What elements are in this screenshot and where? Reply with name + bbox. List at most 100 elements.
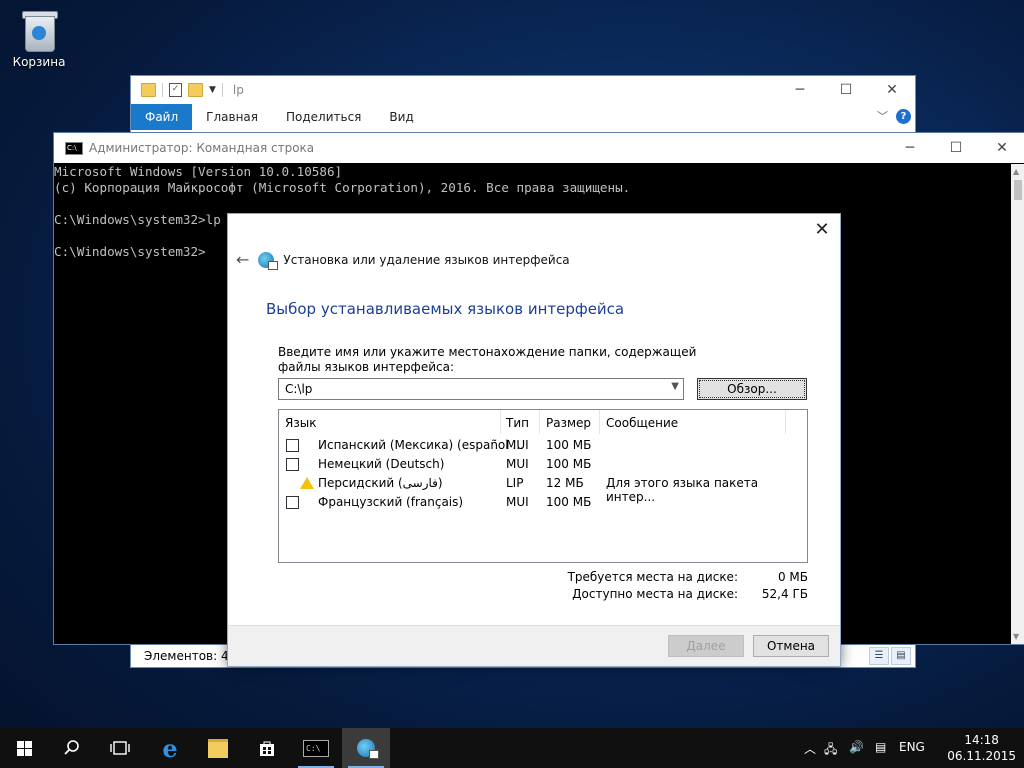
folder-path-combobox[interactable]: C:\lp ▼: [278, 378, 684, 400]
network-icon[interactable]: 🖧: [824, 740, 837, 761]
search-button[interactable]: [48, 728, 96, 768]
space-required-label: Требуется места на диске:: [567, 570, 738, 584]
cmd-title: Администратор: Командная строка: [89, 141, 315, 155]
language-name: Немецкий (Deutsch): [318, 457, 445, 471]
chevron-down-icon[interactable]: ﹀: [877, 108, 888, 124]
tab-file[interactable]: Файл: [131, 104, 193, 130]
task-view-button[interactable]: [96, 728, 144, 768]
column-header-type[interactable]: Тип: [506, 416, 529, 430]
quick-access-dropdown-icon[interactable]: ▼: [209, 85, 216, 95]
show-hidden-icons-icon[interactable]: ︿: [804, 740, 816, 757]
language-type: MUI: [506, 495, 529, 509]
language-checkbox[interactable]: [286, 496, 299, 509]
dialog-nav-title: Установка или удаление языков интерфейса: [283, 252, 570, 267]
column-header-language[interactable]: Язык: [285, 416, 316, 430]
language-globe-icon: [357, 739, 379, 759]
details-view-icon[interactable]: ☰: [869, 647, 889, 665]
maximize-icon[interactable]: ☐: [823, 76, 869, 104]
input-language[interactable]: ENG: [899, 740, 925, 754]
maximize-icon[interactable]: ☐: [933, 133, 979, 163]
browse-button[interactable]: Обзор...: [697, 378, 807, 400]
folder-path-value: C:\lp: [285, 382, 313, 396]
space-available: Доступно места на диске: 52,4 ГБ: [572, 587, 808, 603]
cmd-scrollbar[interactable]: ▲ ▼: [1011, 164, 1024, 644]
column-header-size[interactable]: Размер: [546, 416, 591, 430]
language-size: 100 МБ: [546, 457, 592, 471]
new-folder-icon[interactable]: [188, 83, 203, 97]
folder-prompt: Введите имя или укажите местонахождение …: [278, 345, 697, 374]
language-checkbox[interactable]: [286, 458, 299, 471]
cmd-icon: C:\: [303, 739, 329, 757]
tab-home[interactable]: Главная: [192, 104, 272, 130]
dialog-heading: Выбор устанавливаемых языков интерфейса: [266, 300, 625, 318]
file-explorer-icon: [208, 738, 228, 758]
language-size: 100 МБ: [546, 438, 592, 452]
language-list[interactable]: Язык Тип Размер Сообщение Испанский (Мек…: [278, 409, 808, 563]
language-row[interactable]: Немецкий (Deutsch) MUI 100 МБ: [279, 455, 807, 474]
windows-logo-icon: [16, 740, 32, 756]
dialog-nav-bar: ← Установка или удаление языков интерфей…: [236, 250, 570, 270]
language-name: Французский (français): [318, 495, 464, 509]
recycle-bin-label: Корзина: [12, 55, 66, 69]
item-count: Элементов: 4: [144, 649, 229, 663]
taskbar-cmd[interactable]: C:\: [292, 728, 340, 768]
scroll-up-icon[interactable]: ▲: [1013, 167, 1019, 176]
close-icon[interactable]: ✕: [869, 76, 915, 104]
clock-date: 06.11.2015: [947, 749, 1016, 763]
close-icon[interactable]: ✕: [979, 133, 1024, 163]
language-size: 12 МБ: [546, 476, 584, 490]
properties-icon[interactable]: ✓: [169, 83, 182, 97]
dialog-close-icon[interactable]: ✕: [810, 218, 834, 242]
warning-icon: [300, 477, 314, 489]
taskbar-language-installer[interactable]: [342, 728, 390, 768]
folder-icon: [141, 83, 156, 97]
space-available-label: Доступно места на диске:: [572, 587, 738, 601]
language-name: Персидский (فارسی): [318, 476, 443, 490]
dialog-footer: Далее Отмена: [228, 625, 840, 666]
language-install-dialog[interactable]: ✕ ← Установка или удаление языков интерф…: [227, 213, 841, 667]
cmd-icon: C:\: [65, 141, 83, 155]
edge-icon: e: [162, 733, 178, 763]
language-row[interactable]: Испанский (Мексика) (español ... MUI 100…: [279, 436, 807, 455]
back-arrow-icon[interactable]: ←: [236, 250, 249, 269]
space-required-value: 0 МБ: [777, 570, 808, 584]
column-header-message[interactable]: Сообщение: [606, 416, 678, 430]
action-center-icon[interactable]: ▤: [875, 740, 886, 754]
taskbar-edge[interactable]: e: [146, 728, 194, 768]
chevron-down-icon[interactable]: ▼: [671, 381, 679, 392]
minimize-icon[interactable]: ─: [887, 133, 933, 163]
taskbar-store[interactable]: [243, 728, 291, 768]
minimize-icon[interactable]: ─: [777, 76, 823, 104]
cancel-button[interactable]: Отмена: [753, 635, 829, 657]
language-size: 100 МБ: [546, 495, 592, 509]
language-row[interactable]: Французский (français) MUI 100 МБ: [279, 493, 807, 512]
task-view-icon: [110, 741, 130, 755]
help-icon[interactable]: ?: [896, 108, 911, 124]
tab-share[interactable]: Поделиться: [272, 104, 375, 130]
recycle-bin-desktop-icon[interactable]: Корзина: [8, 8, 70, 69]
explorer-title: lp: [232, 83, 244, 97]
console-line: (c) Корпорация Майкрософт (Microsoft Cor…: [54, 180, 631, 195]
scroll-down-icon[interactable]: ▼: [1013, 632, 1019, 641]
language-type: MUI: [506, 438, 529, 452]
taskbar-explorer[interactable]: [194, 728, 242, 768]
language-globe-icon: [258, 251, 279, 270]
large-icons-view-icon[interactable]: ▤: [891, 647, 911, 665]
language-checkbox[interactable]: [286, 439, 299, 452]
recycle-bin-icon: [19, 8, 59, 52]
explorer-window-controls: ─ ☐ ✕: [777, 76, 915, 104]
scroll-thumb[interactable]: [1014, 180, 1022, 200]
language-row[interactable]: Персидский (فارسی) LIP 12 МБ Для этого я…: [279, 474, 807, 504]
volume-icon[interactable]: 🔊: [849, 740, 864, 754]
clock-time: 14:18: [964, 733, 999, 747]
language-type: MUI: [506, 457, 529, 471]
clock[interactable]: 14:18 06.11.2015: [947, 732, 1016, 764]
next-button[interactable]: Далее: [668, 635, 744, 657]
explorer-ribbon-tabs: Файл Главная Поделиться Вид ﹀ ?: [131, 104, 915, 130]
tab-view[interactable]: Вид: [375, 104, 427, 130]
cmd-title-bar: C:\ Администратор: Командная строка ─ ☐ …: [54, 133, 1024, 163]
console-line: Microsoft Windows [Version 10.0.10586]: [54, 164, 343, 179]
start-button[interactable]: [0, 728, 48, 768]
space-available-value: 52,4 ГБ: [761, 587, 808, 601]
